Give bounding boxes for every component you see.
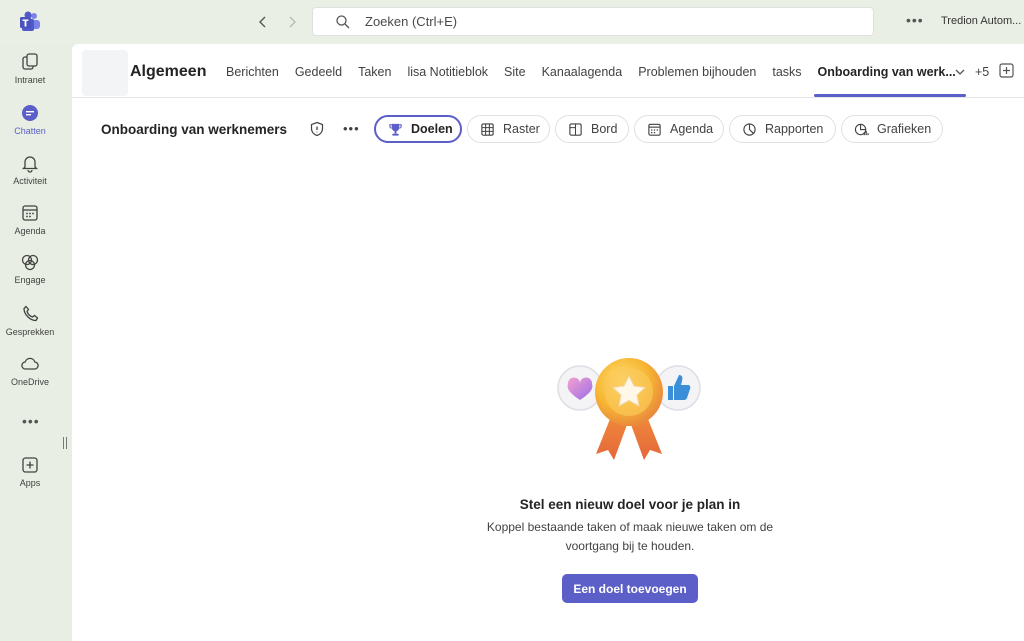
rail-item-label: Engage	[14, 275, 46, 285]
search-box[interactable]	[312, 7, 874, 36]
tab-berichten[interactable]: Berichten	[226, 65, 279, 79]
back-button[interactable]	[252, 11, 274, 33]
tab-kanaalagenda[interactable]: Kanaalagenda	[542, 65, 623, 79]
more-tabs-button[interactable]: +5	[975, 65, 989, 79]
rail-item-label: OneDrive	[10, 377, 49, 387]
empty-state-title: Stel een nieuw doel voor je plan in	[519, 497, 741, 512]
teams-logo-icon[interactable]	[18, 10, 42, 34]
tab-problemen-bijhouden[interactable]: Problemen bijhouden	[638, 65, 756, 79]
view-rapporten[interactable]: Rapporten	[729, 115, 836, 143]
view-grafieken[interactable]: Grafieken	[841, 115, 943, 143]
add-tab-icon[interactable]	[999, 63, 1014, 78]
view-label: Doelen	[411, 122, 453, 136]
engage-icon	[21, 254, 39, 271]
more-options-icon[interactable]: •••	[906, 12, 924, 28]
view-label: Grafieken	[877, 122, 932, 136]
view-agenda[interactable]: Agenda	[634, 115, 724, 143]
rail-item-label: Apps	[19, 478, 41, 488]
view-label: Raster	[503, 122, 540, 136]
tab-site[interactable]: Site	[504, 65, 526, 79]
rail-item-label: Activiteit	[13, 176, 47, 186]
rail-item-label: Gesprekken	[5, 327, 55, 337]
chat-icon	[22, 105, 38, 121]
tab-onboarding[interactable]: Onboarding van werk...	[818, 65, 956, 79]
panel-resize-handle[interactable]	[63, 436, 69, 450]
rail-item-chatten[interactable]: Chatten	[0, 103, 60, 149]
chart-icon	[854, 123, 869, 135]
goal-badge-illustration	[557, 358, 701, 460]
account-name[interactable]: Tredion Autom...	[941, 15, 1021, 27]
rail-item-label: Chatten	[14, 126, 46, 136]
search-input[interactable]	[365, 8, 845, 35]
reports-icon	[743, 122, 756, 136]
view-bord[interactable]: Bord	[555, 115, 629, 143]
add-app-icon	[22, 457, 38, 473]
board-icon	[569, 122, 582, 136]
rail-item-activiteit[interactable]: Activiteit	[0, 153, 60, 199]
tab-notitieblok[interactable]: lisa Notitieblok	[407, 65, 488, 79]
bell-icon	[21, 156, 39, 173]
channel-name: Algemeen	[130, 63, 207, 80]
view-label: Bord	[591, 122, 618, 136]
shield-icon[interactable]	[309, 121, 325, 137]
add-goal-button[interactable]: Een doel toevoegen	[562, 574, 698, 603]
rail-item-intranet[interactable]: Intranet	[0, 52, 60, 98]
forward-button[interactable]	[281, 11, 303, 33]
main-panel: Algemeen Berichten Gedeeld Taken lisa No…	[72, 44, 1024, 641]
trophy-icon	[389, 123, 402, 136]
rail-item-engage[interactable]: Engage	[0, 252, 60, 298]
header-divider	[72, 97, 1024, 98]
view-label: Agenda	[670, 122, 714, 136]
grid-icon	[481, 122, 494, 136]
channel-avatar	[82, 50, 128, 96]
calendar-icon	[648, 123, 661, 136]
phone-icon	[23, 305, 39, 322]
empty-state-description: Koppel bestaande taken of maak nieuwe ta…	[486, 520, 774, 553]
top-bar: ••• Tredion Autom...	[0, 0, 1024, 44]
calendar-icon	[22, 205, 38, 221]
rail-item-gesprekken[interactable]: Gesprekken	[0, 304, 60, 350]
view-doelen[interactable]: Doelen	[374, 115, 462, 143]
view-raster[interactable]: Raster	[467, 115, 550, 143]
rail-item-onedrive[interactable]: OneDrive	[0, 354, 60, 400]
plan-more-options-icon[interactable]: •••	[343, 121, 360, 136]
rail-item-label: Agenda	[14, 226, 46, 236]
plan-title: Onboarding van werknemers	[101, 122, 288, 137]
rail-item-apps[interactable]: Apps	[0, 455, 60, 501]
chevron-left-icon	[259, 16, 266, 28]
search-icon	[336, 15, 350, 29]
tab-tasks[interactable]: tasks	[772, 65, 801, 79]
rail-item-agenda[interactable]: Agenda	[0, 203, 60, 249]
rail-item-label: Intranet	[14, 75, 46, 85]
cloud-icon	[21, 357, 39, 370]
channel-tabs: Berichten Gedeeld Taken lisa Notitieblok…	[226, 65, 972, 79]
tab-gedeeld[interactable]: Gedeeld	[295, 65, 342, 79]
view-label: Rapporten	[765, 122, 824, 136]
intranet-icon	[22, 53, 38, 70]
tab-taken[interactable]: Taken	[358, 65, 391, 79]
app-rail: Intranet Chatten Activiteit Agenda Engag…	[0, 44, 67, 641]
chevron-down-icon[interactable]	[954, 66, 966, 78]
more-apps-icon[interactable]: •••	[22, 413, 40, 429]
chevron-right-icon	[289, 16, 296, 28]
